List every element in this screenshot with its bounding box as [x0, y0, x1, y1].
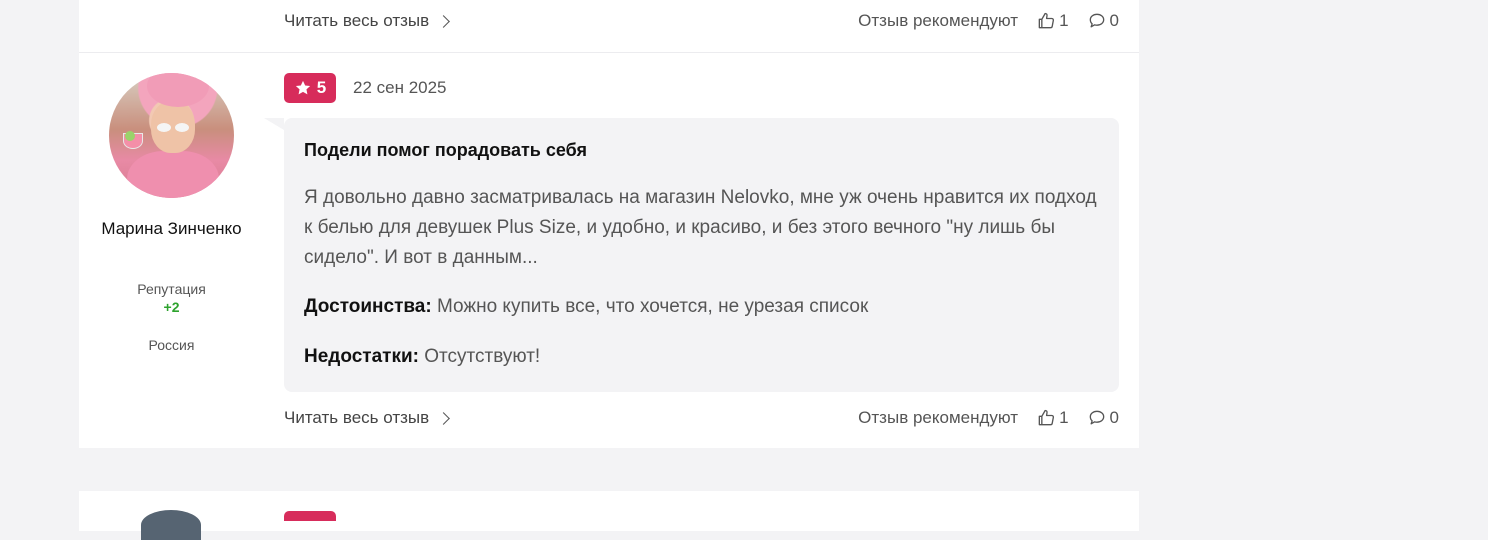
avatar[interactable]	[109, 73, 234, 198]
review-footer: Читать весь отзыв Отзыв рекомендуют 1 0	[284, 9, 1119, 33]
like-count: 1	[1059, 408, 1069, 427]
cons-label: Недостатки:	[304, 346, 419, 367]
read-more-label: Читать весь отзыв	[284, 11, 430, 30]
recommend-label: Отзыв рекомендуют	[858, 11, 1019, 30]
like-button[interactable]: 1	[1036, 408, 1069, 428]
review-card: Марина Зинченко Репутация +2 Россия 5 22…	[79, 53, 1139, 448]
pros-text: Можно купить все, что хочется, не урезая…	[436, 296, 869, 317]
comment-count: 0	[1109, 408, 1119, 427]
author-name[interactable]: Марина Зинченко	[99, 218, 244, 239]
star-icon	[295, 80, 310, 95]
pros-label: Достоинства:	[304, 296, 432, 317]
like-count: 1	[1059, 11, 1069, 30]
comment-button[interactable]: 0	[1087, 408, 1119, 428]
review-excerpt: Я довольно давно засматривалась на магаз…	[304, 187, 1097, 268]
comment-button[interactable]: 0	[1087, 11, 1119, 31]
review-cons: Недостатки: Отсутствуют!	[304, 346, 540, 368]
reputation-label: Репутация	[137, 281, 206, 297]
review-footer: Читать весь отзыв Отзыв рекомендуют 1 0	[284, 406, 1119, 430]
thumbs-up-icon	[1038, 12, 1055, 29]
recommend-label: Отзыв рекомендуют	[858, 408, 1019, 427]
author-country: Россия	[148, 337, 195, 353]
chevron-right-icon	[437, 411, 451, 425]
rating-value: 5	[316, 78, 327, 97]
review-meta: Отзыв рекомендуют 1 0	[858, 408, 1119, 428]
read-more-label: Читать весь отзыв	[284, 408, 430, 427]
read-full-review-link[interactable]: Читать весь отзыв	[284, 11, 451, 31]
review-card-next	[79, 491, 1139, 540]
review-body: Подели помог порадовать себя Я довольно …	[264, 118, 1119, 392]
rating-badge: 5	[284, 73, 336, 103]
read-full-review-link[interactable]: Читать весь отзыв	[284, 408, 451, 428]
reputation-value: +2	[163, 299, 180, 315]
review-date: 22 сен 2025	[353, 78, 447, 97]
thumbs-up-icon	[1038, 409, 1055, 426]
comment-icon	[1089, 13, 1104, 28]
rating-badge	[284, 511, 336, 521]
comment-count: 0	[1109, 11, 1119, 30]
cons-text: Отсутствуют!	[424, 346, 541, 367]
review-card-previous: Читать весь отзыв Отзыв рекомендуют 1 0	[79, 0, 1139, 53]
like-button[interactable]: 1	[1036, 11, 1069, 31]
review-meta: Отзыв рекомендуют 1 0	[858, 11, 1119, 31]
review-pros: Достоинства: Можно купить все, что хочет…	[304, 296, 868, 318]
chevron-right-icon	[437, 14, 451, 28]
comment-icon	[1089, 410, 1104, 425]
review-title[interactable]: Подели помог порадовать себя	[304, 140, 587, 161]
